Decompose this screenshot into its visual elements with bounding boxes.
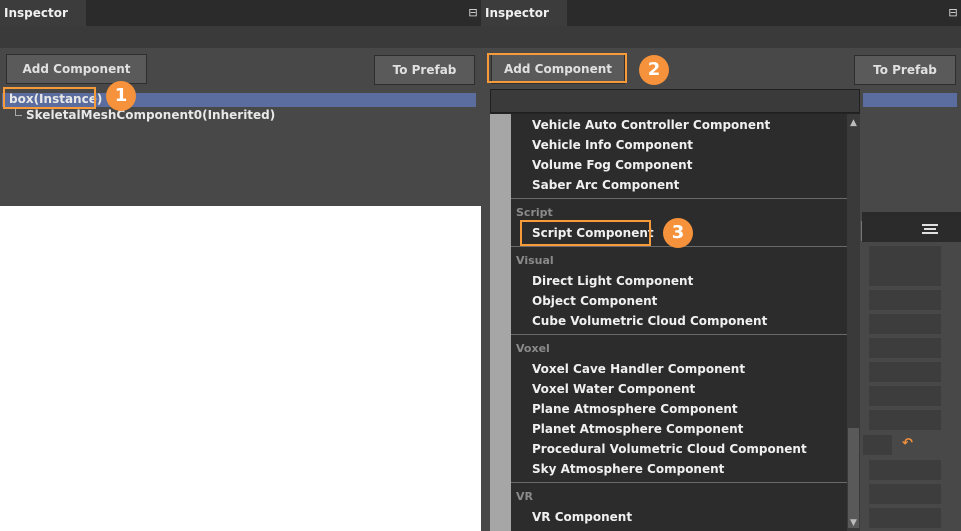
toolbar-strip [481,26,961,48]
tab-bar: Inspector ⊟ [0,0,481,26]
list-item-voxel-water[interactable]: Voxel Water Component [532,382,695,396]
property-field[interactable] [869,338,941,358]
tree-node-skeletal-mesh[interactable]: SkeletalMeshComponent0(Inherited) [26,108,275,122]
highlight-box-1 [3,87,96,109]
list-item-direct-light[interactable]: Direct Light Component [532,274,693,288]
highlight-box-2 [487,53,627,83]
category-visual: Visual [516,254,554,267]
list-item-object[interactable]: Object Component [532,294,657,308]
category-vr: VR [516,490,533,503]
property-field[interactable] [869,484,941,504]
property-field[interactable] [869,266,941,286]
property-field[interactable] [869,410,941,430]
callout-badge-1: 1 [106,81,136,111]
properties-header [862,216,961,242]
dropdown-gutter [490,114,511,531]
property-field-short[interactable] [863,435,892,455]
category-script: Script [516,206,553,219]
list-item-cube-volumetric-cloud[interactable]: Cube Volumetric Cloud Component [532,314,767,328]
group-divider [511,198,847,199]
add-component-dropdown: Vehicle Auto Controller Component Vehicl… [490,89,860,531]
tree-connector [15,108,22,116]
scroll-up-icon[interactable]: ▲ [847,116,860,130]
tab-bar: Inspector ⊟ [481,0,961,26]
tab-inspector[interactable]: Inspector [0,0,86,26]
property-field[interactable] [869,508,941,528]
component-list: Vehicle Auto Controller Component Vehicl… [511,114,847,531]
highlight-box-3 [520,220,651,246]
pin-icon[interactable]: ⊟ [467,7,479,19]
list-item-vehicle-info[interactable]: Vehicle Info Component [532,138,693,152]
align-justify-icon[interactable] [922,224,938,236]
tree-selection-bar [863,93,957,107]
property-field[interactable] [869,386,941,406]
property-field[interactable] [869,362,941,382]
list-item-planet-atmosphere[interactable]: Planet Atmosphere Component [532,422,743,436]
property-field[interactable] [869,460,941,480]
to-prefab-button[interactable]: To Prefab [854,55,956,85]
scrollbar-thumb[interactable] [848,428,859,528]
scroll-down-icon[interactable]: ▼ [847,516,860,530]
list-item-sky-atmosphere[interactable]: Sky Atmosphere Component [532,462,724,476]
add-component-button[interactable]: Add Component [6,54,147,84]
component-search-input[interactable] [490,89,860,113]
list-item-vr-component[interactable]: VR Component [532,510,632,524]
property-field[interactable] [869,314,941,334]
list-item-volume-fog[interactable]: Volume Fog Component [532,158,692,172]
dropdown-scrollbar[interactable]: ▲ ▼ [847,114,860,531]
property-field[interactable] [869,290,941,310]
list-item-vehicle-auto-controller[interactable]: Vehicle Auto Controller Component [532,118,770,132]
group-divider [511,482,847,483]
toolbar-strip [0,26,481,48]
list-item-procedural-volumetric-cloud[interactable]: Procedural Volumetric Cloud Component [532,442,807,456]
group-divider [511,334,847,335]
list-item-voxel-cave-handler[interactable]: Voxel Cave Handler Component [532,362,745,376]
list-item-plane-atmosphere[interactable]: Plane Atmosphere Component [532,402,738,416]
pin-icon[interactable]: ⊟ [947,7,959,19]
to-prefab-button[interactable]: To Prefab [374,55,475,85]
property-field[interactable] [869,246,941,266]
callout-badge-2: 2 [639,55,669,85]
tab-inspector[interactable]: Inspector [481,0,567,26]
category-voxel: Voxel [516,342,550,355]
list-item-saber-arc[interactable]: Saber Arc Component [532,178,679,192]
undo-arrow-icon[interactable]: ↶ [902,436,913,451]
header-divider [861,221,862,241]
callout-badge-3: 3 [663,218,693,248]
